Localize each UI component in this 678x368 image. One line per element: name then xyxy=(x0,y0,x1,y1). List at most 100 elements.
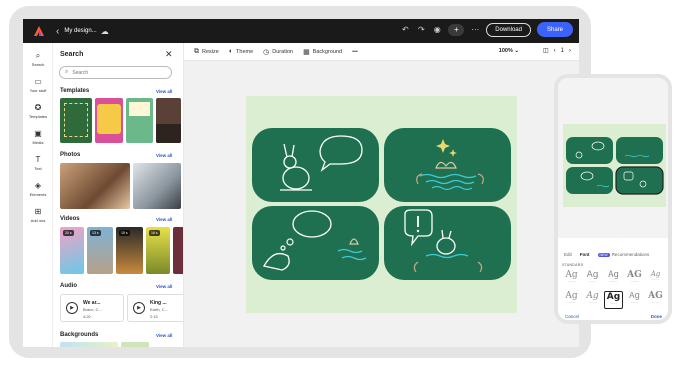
resize-icon: ⧉ xyxy=(194,47,199,55)
rail-label: Media xyxy=(32,140,44,145)
theme-button[interactable]: ◐ Theme xyxy=(229,48,253,55)
photos-view-all-link[interactable]: View all xyxy=(156,153,172,158)
page-number: 1 xyxy=(560,47,564,54)
play-icon[interactable]: ▶ xyxy=(66,302,78,314)
video-thumbnail[interactable]: 15 s xyxy=(116,227,143,274)
templates-icon: ✪ xyxy=(34,103,42,112)
text-icon: T xyxy=(35,155,41,164)
prev-page-icon[interactable]: ‹ xyxy=(554,48,556,54)
play-icon[interactable]: ▶ xyxy=(133,302,145,314)
next-page-icon[interactable]: › xyxy=(569,48,571,54)
background-thumbnail[interactable] xyxy=(121,342,149,347)
redo-icon[interactable]: ↷ xyxy=(416,25,426,34)
font-option[interactable]: AG ——— xyxy=(625,270,644,288)
rail-item-elements[interactable]: ◈ Elements xyxy=(23,181,53,197)
page-navigator: ◫ ‹ 1 › xyxy=(543,47,571,55)
addons-icon: ⊞ xyxy=(34,207,42,216)
rail-item-media[interactable]: ▣ Media xyxy=(23,129,53,145)
video-thumbnail[interactable]: 16 s xyxy=(146,227,170,274)
left-rail: ⌕ Search ▭ Your stuff ✪ Templates ▣ Medi… xyxy=(23,43,53,347)
photo-thumbnail[interactable] xyxy=(133,163,181,209)
canvas-area: ⧉ Resize ◐ Theme ◷ Duration ▦ Background •••… xyxy=(184,43,579,347)
back-chevron-icon[interactable]: ‹ xyxy=(56,26,59,37)
tab-recommendations[interactable]: NEW Recommendations xyxy=(597,252,650,257)
video-thumbnail[interactable]: 20 s xyxy=(60,227,84,274)
tab-edit[interactable]: Edit xyxy=(564,252,572,257)
video-duration: 20 s xyxy=(63,230,74,236)
theme-label: Theme xyxy=(236,48,254,55)
font-section-title: STANDARD xyxy=(562,263,584,267)
background-thumbnail[interactable] xyxy=(60,342,118,347)
font-option[interactable]: Ag ——— xyxy=(562,270,581,288)
font-option[interactable]: AG ——— xyxy=(646,291,665,309)
font-option[interactable]: Ag ——— xyxy=(562,291,581,309)
audio-heading: Audio xyxy=(60,283,77,289)
templates-view-all-link[interactable]: View all xyxy=(156,89,172,94)
search-input[interactable] xyxy=(72,69,163,76)
canvas-toolbar: ⧉ Resize ◐ Theme ◷ Duration ▦ Background •••… xyxy=(184,43,579,61)
audio-view-all-link[interactable]: View all xyxy=(156,284,172,289)
phone-artboard[interactable] xyxy=(563,124,666,207)
video-thumbnail[interactable]: 13 s xyxy=(87,227,113,274)
document-title[interactable]: My design... xyxy=(64,28,96,34)
photos-heading: Photos xyxy=(60,152,81,158)
undo-icon[interactable]: ↶ xyxy=(400,25,410,34)
rail-item-templates[interactable]: ✪ Templates xyxy=(23,103,53,119)
card-rabbit-speech[interactable] xyxy=(252,128,379,202)
template-thumbnail[interactable] xyxy=(95,98,123,143)
template-thumbnail[interactable] xyxy=(156,98,181,143)
more-options-icon[interactable]: ⋯ xyxy=(470,25,480,34)
card-lotus-water[interactable] xyxy=(384,128,511,202)
cancel-button[interactable]: Cancel xyxy=(565,314,579,319)
card-rabbit-thought[interactable] xyxy=(252,206,379,280)
audio-card[interactable]: ▶ We ar... Bravo, C... 4:20 xyxy=(60,294,124,322)
lightbulb-icon[interactable]: ◉ xyxy=(432,25,442,34)
audio-card[interactable]: ▶ King ... Earth, C... 2:15 xyxy=(127,294,183,322)
tab-font[interactable]: Font xyxy=(580,252,590,257)
search-field[interactable]: ⌕ xyxy=(59,66,172,79)
done-button[interactable]: Done xyxy=(651,314,662,319)
tab-recommendations-label: Recommendations xyxy=(611,252,650,257)
template-thumbnail[interactable] xyxy=(60,98,92,143)
design-artboard[interactable] xyxy=(246,96,517,313)
font-option[interactable]: Ag ——— xyxy=(583,270,602,288)
rail-item-text[interactable]: T Text xyxy=(23,155,53,171)
palette-icon: ◐ xyxy=(228,48,234,55)
share-button[interactable]: Share xyxy=(536,22,573,37)
rail-item-search[interactable]: ⌕ Search xyxy=(23,51,53,67)
video-thumbnail[interactable] xyxy=(173,227,183,274)
top-bar: ‹ My design... ☁ ↶ ↷ ◉ + ⋯ Download Shar… xyxy=(23,19,579,43)
zoom-value: 100% xyxy=(498,48,513,54)
font-option[interactable]: Ag ——— xyxy=(625,291,644,309)
more-button[interactable]: ••• xyxy=(352,49,358,55)
backgrounds-view-all-link[interactable]: View all xyxy=(156,333,172,338)
card-rabbit-exclaim[interactable] xyxy=(384,206,511,280)
background-button[interactable]: ▦ Background xyxy=(303,48,342,56)
duration-button[interactable]: ◷ Duration xyxy=(263,48,293,56)
rail-item-your-stuff[interactable]: ▭ Your stuff xyxy=(23,77,53,93)
zoom-dropdown[interactable]: 100% ⌄ xyxy=(499,48,519,54)
font-option-selected[interactable]: Ag ——— xyxy=(604,291,623,309)
download-button[interactable]: Download xyxy=(486,22,531,37)
pages-icon[interactable]: ◫ xyxy=(543,47,549,54)
elements-icon: ◈ xyxy=(34,181,42,190)
audio-artist: Bravo, C... xyxy=(83,307,102,312)
adobe-express-logo-icon[interactable] xyxy=(32,24,46,38)
template-thumbnail[interactable] xyxy=(126,98,153,143)
rail-item-add-ons[interactable]: ⊞ Add ons xyxy=(23,207,53,223)
audio-title: King ... xyxy=(150,300,167,306)
resize-label: Resize xyxy=(202,48,219,55)
font-option[interactable]: Ag ——— xyxy=(583,291,602,309)
videos-view-all-link[interactable]: View all xyxy=(156,217,172,222)
close-icon[interactable]: ✕ xyxy=(165,49,173,60)
invite-plus-button[interactable]: + xyxy=(448,23,465,36)
photo-thumbnail[interactable] xyxy=(60,163,130,209)
rail-label: Templates xyxy=(28,114,48,119)
font-option[interactable]: Ag ——— xyxy=(604,270,623,288)
video-duration: 13 s xyxy=(90,230,101,236)
more-label: ••• xyxy=(352,48,358,55)
font-option[interactable]: Ag ——— xyxy=(646,270,665,288)
resize-button[interactable]: ⧉ Resize xyxy=(194,48,219,56)
panel-title: Search xyxy=(60,51,84,58)
video-duration: 15 s xyxy=(119,230,130,236)
